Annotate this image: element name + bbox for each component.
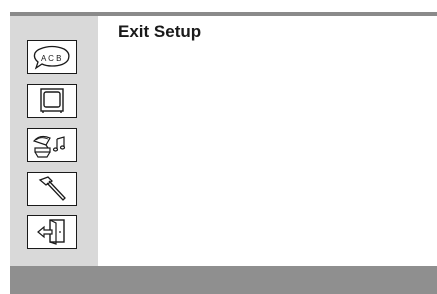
sidebar-item-exit[interactable] <box>27 215 77 249</box>
bottom-bar <box>10 266 437 294</box>
picture-tv-icon <box>40 88 64 113</box>
sidebar-item-picture[interactable] <box>27 84 77 118</box>
sidebar-item-language[interactable]: A C B <box>27 40 77 74</box>
page-title: Exit Setup <box>118 22 202 41</box>
exit-door-icon <box>37 219 65 245</box>
sidebar-item-sound[interactable] <box>27 128 77 162</box>
sidebar-item-setup[interactable] <box>27 172 77 206</box>
language-letter-a: A C B <box>41 54 61 63</box>
sound-gramophone-icon <box>32 135 66 158</box>
setup-hammer-icon <box>38 176 66 201</box>
language-abc-icon: A C B <box>33 45 70 70</box>
